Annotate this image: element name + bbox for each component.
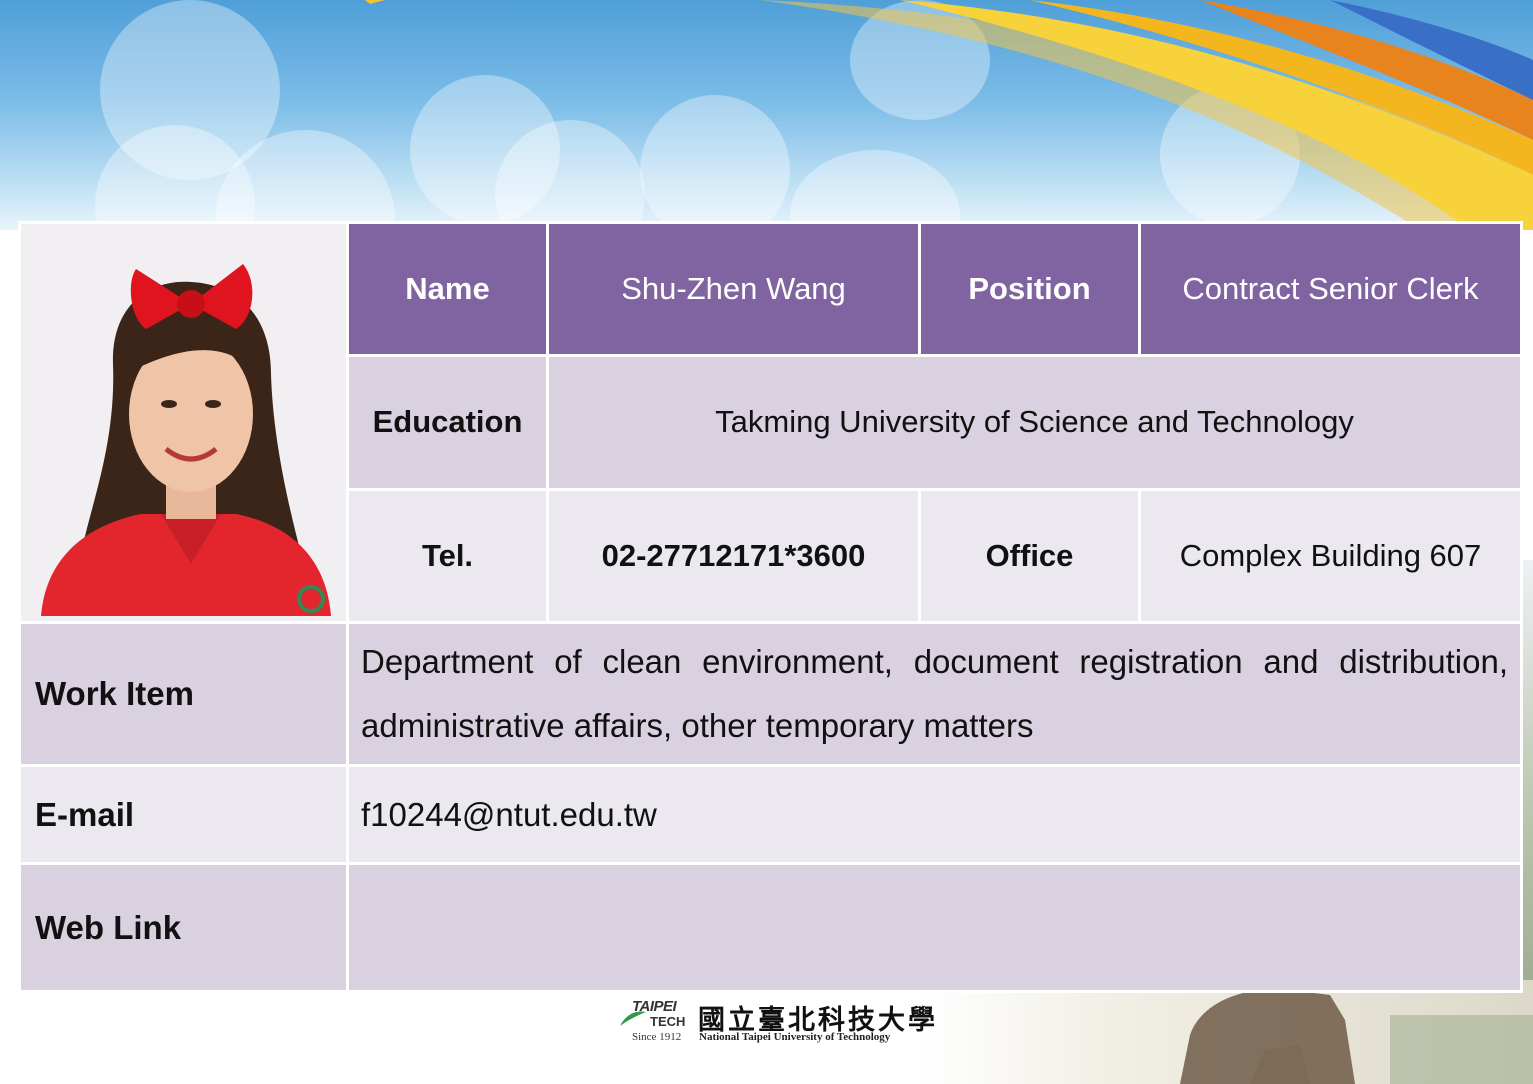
portrait-illustration [21, 224, 346, 616]
taipei-tech-emblem: TAIPEI TECH Since 1912 [618, 998, 690, 1046]
work-item-value: Department of clean environment, documen… [346, 621, 1523, 767]
staff-profile-card: Name Shu-Zhen Wang Position Contract Sen… [18, 221, 1523, 993]
web-link-label: Web Link [18, 862, 349, 993]
office-value: Complex Building 607 [1138, 488, 1523, 624]
table-row-name: Name Shu-Zhen Wang Position Contract Sen… [18, 221, 1523, 624]
email-value[interactable]: f10244@ntut.edu.tw [346, 764, 1523, 865]
tel-label: Tel. [346, 488, 549, 624]
web-link-value[interactable] [346, 862, 1523, 993]
profile-table: Name Shu-Zhen Wang Position Contract Sen… [18, 221, 1523, 993]
office-label: Office [918, 488, 1141, 624]
rainbow-swoosh [365, 0, 1533, 230]
education-label: Education [346, 353, 549, 492]
staff-photo [21, 224, 346, 621]
logo-english-name: National Taipei University of Technology [699, 1031, 891, 1043]
logo-since-text: Since 1912 [632, 1031, 682, 1043]
table-row-email: E-mail f10244@ntut.edu.tw [18, 764, 1523, 865]
logo-tech-text: TECH [650, 1014, 686, 1029]
email-label: E-mail [18, 764, 349, 865]
education-value: Takming University of Science and Techno… [546, 353, 1523, 492]
photo-cell [18, 221, 349, 624]
position-label: Position [918, 221, 1141, 357]
tel-value: 02-27712171*3600 [546, 488, 921, 624]
university-logo: TAIPEI TECH Since 1912 國立臺北科技大學 National… [618, 998, 938, 1048]
table-row-work-item: Work Item Department of clean environmen… [18, 621, 1523, 767]
name-label: Name [346, 221, 549, 357]
table-row-web-link: Web Link [18, 862, 1523, 993]
name-value: Shu-Zhen Wang [546, 221, 921, 357]
logo-taipei-text: TAIPEI [632, 998, 677, 1015]
work-item-label: Work Item [18, 621, 349, 767]
header-background [0, 0, 1533, 230]
position-value: Contract Senior Clerk [1138, 221, 1523, 357]
